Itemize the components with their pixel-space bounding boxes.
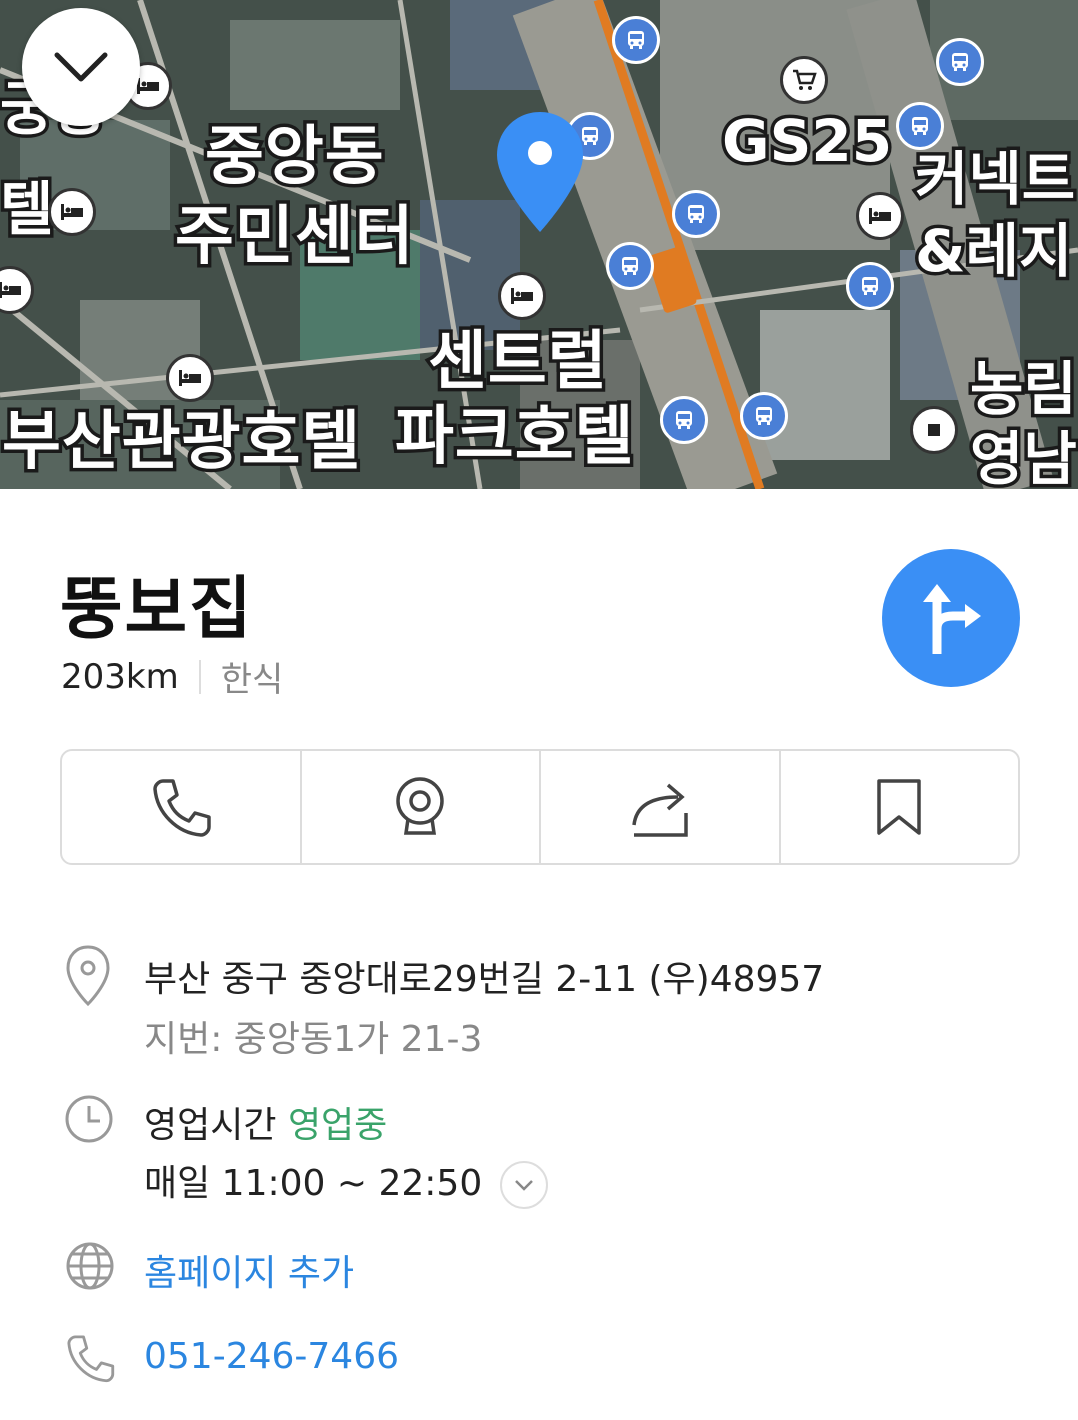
street-view-button[interactable] (302, 751, 541, 863)
map-label-connect-2: &레지 (911, 217, 1075, 285)
phone-icon (153, 779, 211, 837)
location-icon (66, 945, 110, 1007)
place-name: 뚱보집 (60, 570, 254, 649)
map-label-nongrim-1: 농림 (967, 355, 1078, 423)
camera-view-icon (396, 777, 444, 835)
shopping-cart-icon[interactable] (780, 56, 828, 104)
location-pin-icon[interactable] (494, 110, 586, 234)
hours-label: 영업시간 (144, 1105, 277, 1146)
meta-divider (198, 659, 201, 694)
jibun-address: 지번: 중앙동1가 21-3 (144, 1019, 483, 1060)
bus-stop-icon[interactable] (672, 190, 720, 238)
chevron-down-icon (54, 52, 108, 82)
share-button[interactable] (541, 751, 781, 863)
phone-number-link[interactable]: 051-246-7466 (144, 1336, 399, 1377)
map-label-center-1: 중앙동 (202, 120, 388, 194)
bookmark-button[interactable] (781, 751, 1019, 863)
add-homepage-link[interactable]: 홈페이지 추가 (144, 1244, 354, 1296)
action-bar (60, 749, 1020, 865)
call-action-button[interactable] (62, 751, 302, 863)
open-status: 영업중 (287, 1105, 388, 1146)
map-label-partial-mid: 텔 (0, 175, 57, 243)
hours-heading: 영업시간 영업중 (144, 1096, 387, 1148)
globe-icon (66, 1242, 114, 1290)
bookmark-icon (877, 779, 921, 835)
bus-stop-icon[interactable] (896, 102, 944, 150)
map-label-gs25: GS25 (718, 107, 895, 175)
chevron-down-icon (515, 1180, 534, 1191)
directions-icon (923, 584, 981, 654)
hotel-icon[interactable] (498, 272, 546, 320)
collapse-button[interactable] (22, 8, 140, 126)
bus-stop-icon[interactable] (660, 396, 708, 444)
map-label-central-1: 센트럴 (425, 325, 611, 399)
map-label-connect-1: 커넥트 (911, 145, 1078, 213)
place-distance: 203km (61, 656, 179, 697)
expand-hours-button[interactable] (500, 1161, 549, 1209)
bus-stop-icon[interactable] (612, 16, 660, 64)
share-icon (632, 783, 688, 837)
bus-stop-icon[interactable] (740, 392, 788, 440)
bus-stop-icon[interactable] (936, 38, 984, 86)
place-meta: 203km 한식 (61, 652, 283, 701)
clock-icon (65, 1095, 113, 1143)
road-address[interactable]: 부산 중구 중앙대로29번길 2-11 (우)48957 (144, 950, 824, 1002)
subway-stop-icon[interactable] (910, 406, 958, 454)
hours-schedule-line: 매일 11:00 ~ 22:50 (144, 1154, 549, 1209)
map-label-center-2: 주민센터 (172, 200, 418, 274)
map-view[interactable]: 궁동 텔 중앙동 주민센터 센트럴 파크호텔 부산관광호텔 GS25 커넥트 &… (0, 0, 1078, 489)
hotel-icon[interactable] (48, 188, 96, 236)
bus-stop-icon[interactable] (846, 262, 894, 310)
bus-stop-icon[interactable] (606, 242, 654, 290)
hours-schedule: 매일 11:00 ~ 22:50 (144, 1163, 483, 1204)
place-category: 한식 (220, 660, 284, 700)
hotel-icon[interactable] (856, 192, 904, 240)
map-label-busan-hotel: 부산관광호텔 (0, 405, 364, 479)
map-label-nongrim-2: 영남 (967, 425, 1078, 490)
directions-button[interactable] (882, 549, 1020, 687)
hotel-icon[interactable] (166, 354, 214, 402)
map-label-central-2: 파크호텔 (392, 400, 638, 474)
phone-icon (67, 1335, 115, 1383)
